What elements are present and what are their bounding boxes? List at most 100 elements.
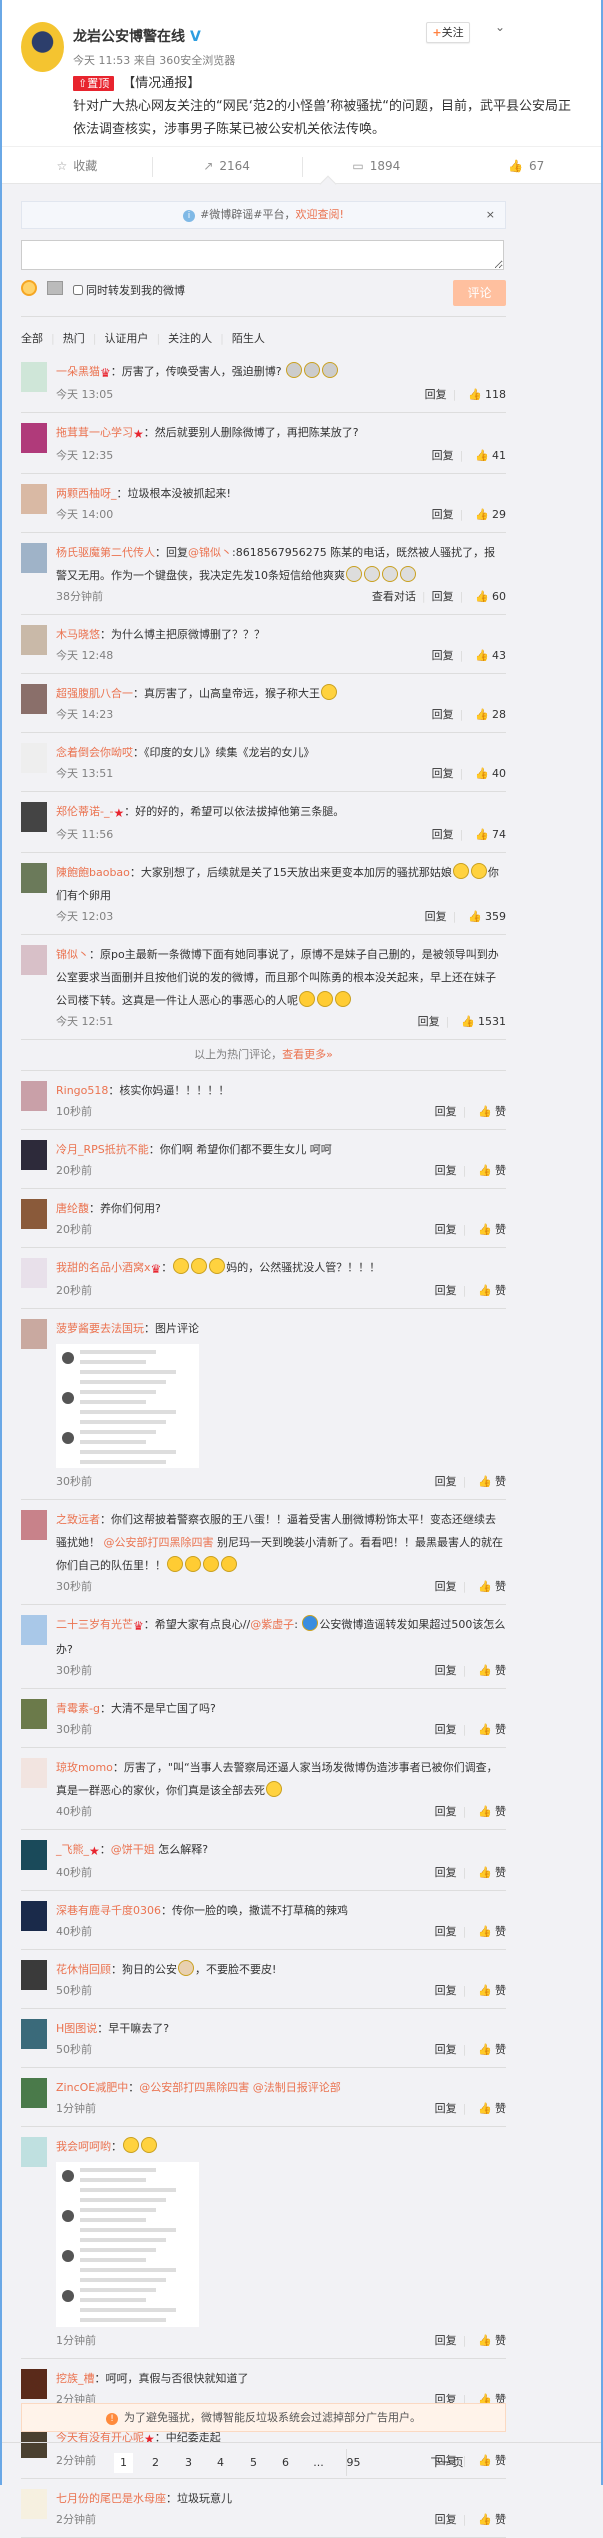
chevron-down-icon[interactable]: ⌄ [495,20,505,34]
commenter-name[interactable]: 一朵黑猫 [56,365,100,378]
commenter-name[interactable]: 菠萝酱要去法国玩 [56,1322,144,1335]
like-button[interactable]: 👍 赞 [472,1664,506,1677]
avatar[interactable] [21,484,47,514]
commenter-name[interactable]: 琼玫momo [56,1761,113,1774]
avatar[interactable] [21,1510,47,1540]
avatar[interactable] [21,743,47,773]
reply-button[interactable]: 回复 [435,1866,457,1879]
like-button[interactable]: 👍 74 [469,828,506,841]
reply-button[interactable]: 回复 [435,1805,457,1818]
commenter-name[interactable]: _飞熊_ [56,1843,89,1856]
avatar[interactable] [21,684,47,714]
like-button[interactable]: 👍 43 [469,649,506,662]
favorite-button[interactable]: ☆ 收藏 [2,147,152,184]
commenter-name[interactable]: 二十三岁有光芒 [56,1618,133,1631]
reply-button[interactable]: 回复 [432,590,454,603]
reply-button[interactable]: 回复 [432,767,454,780]
next-page-button[interactable]: 下一页 [422,2453,472,2473]
like-button[interactable]: 👍 赞 [472,1164,506,1177]
avatar[interactable] [21,362,47,392]
avatar[interactable] [21,1840,47,1870]
mention-link[interactable]: @公安部打四黑除四害 @法制日报评论部 [139,2081,341,2094]
commenter-name[interactable]: 七月份的尾巴是水母座 [56,2492,166,2505]
like-button[interactable]: 👍 赞 [472,1284,506,1297]
avatar[interactable] [21,2369,47,2399]
repost-checkbox[interactable]: 同时转发到我的微博 [73,282,185,298]
like-button[interactable]: 👍 赞 [472,2334,506,2347]
reply-button[interactable]: 回复 [432,649,454,662]
avatar[interactable] [21,802,47,832]
commenter-name[interactable]: 唐纶馥 [56,1202,89,1215]
image-icon[interactable] [47,281,63,295]
commenter-name[interactable]: 念着倒会你呦哎 [56,746,133,759]
like-button[interactable]: 👍 赞 [472,1475,506,1488]
avatar[interactable] [21,1615,47,1645]
page-6[interactable]: 6 [276,2453,295,2473]
page-1[interactable]: 1 [114,2453,133,2473]
mention-link[interactable]: @锦似丶 [188,546,232,559]
reply-button[interactable]: 回复 [432,708,454,721]
reply-button[interactable]: 回复 [418,1015,440,1028]
close-icon[interactable]: × [486,202,495,228]
commenter-name[interactable]: 我会呵呵哟 [56,2140,111,2153]
like-button[interactable]: 👍 赞 [472,1805,506,1818]
avatar[interactable] [21,1258,47,1288]
avatar[interactable] [21,945,47,975]
reply-button[interactable]: 回复 [435,2043,457,2056]
reply-button[interactable]: 回复 [435,1580,457,1593]
page-2[interactable]: 2 [146,2453,165,2473]
avatar[interactable] [21,543,47,573]
commenter-name[interactable]: 拖茸茸一心学习 [56,426,133,439]
reply-button[interactable]: 回复 [435,2334,457,2347]
commenter-name[interactable]: 超强腹肌八合一 [56,687,133,700]
commenter-name[interactable]: 之致远者 [56,1513,100,1526]
avatar[interactable] [21,863,47,893]
like-button[interactable]: 👍 1531 [455,1015,506,1028]
avatar[interactable] [21,625,47,655]
like-button[interactable]: 👍 40 [469,767,506,780]
reply-button[interactable]: 回复 [425,388,447,401]
repost-checkbox-input[interactable] [73,285,83,295]
commenter-name[interactable]: ZincOE减肥中 [56,2081,128,2094]
commenter-name[interactable]: 挖族_槽 [56,2372,95,2385]
reply-button[interactable]: 回复 [435,1284,457,1297]
commenter-name[interactable]: 杨氏驱魔第二代传人 [56,546,155,559]
tab-2[interactable]: 认证用户 [104,332,148,345]
like-button[interactable]: 👍 60 [469,590,506,603]
like-button[interactable]: 👍 赞 [472,1223,506,1236]
reply-button[interactable]: 回复 [435,1105,457,1118]
comment-image[interactable] [56,2162,199,2327]
avatar[interactable] [21,423,47,453]
comment-image[interactable] [56,1344,199,1468]
like-button[interactable]: 👍 28 [469,708,506,721]
commenter-name[interactable]: 锦似丶 [56,948,89,961]
avatar[interactable] [21,1901,47,1931]
reply-button[interactable]: 回复 [432,828,454,841]
page-3[interactable]: 3 [179,2453,198,2473]
reply-button[interactable]: 回复 [435,1723,457,1736]
commenter-name[interactable]: 陳飽飽baobao [56,866,130,879]
mention-link[interactable]: @饼干姐 [111,1843,155,1856]
commenter-name[interactable]: 青霉素-g [56,1702,100,1715]
like-button[interactable]: 👍 赞 [472,1984,506,1997]
author-avatar[interactable] [21,22,64,72]
commenter-name[interactable]: 我甜的名品小酒窝x [56,1261,151,1274]
avatar[interactable] [21,2137,47,2167]
page-5[interactable]: 5 [244,2453,263,2473]
page-4[interactable]: 4 [211,2453,230,2473]
reply-button[interactable]: 回复 [435,1664,457,1677]
like-button[interactable]: 👍 赞 [472,2102,506,2115]
like-button[interactable]: 👍 赞 [472,1723,506,1736]
commenter-name[interactable]: 冷月_RPS抵抗不能 [56,1143,149,1156]
author-name[interactable]: 龙岩公安博警在线 V [73,26,201,46]
reply-button[interactable]: 回复 [432,508,454,521]
like-button[interactable]: 👍 359 [462,910,506,923]
like-button[interactable]: 👍 赞 [472,1105,506,1118]
like-button[interactable]: 👍 赞 [472,2513,506,2526]
view-more-link[interactable]: 查看更多» [282,1048,333,1061]
post-time[interactable]: 今天 11:53 [73,54,130,67]
tab-4[interactable]: 陌生人 [232,332,265,345]
reply-button[interactable]: 回复 [435,1223,457,1236]
like-button[interactable]: 👍 41 [469,449,506,462]
comment-input[interactable] [21,240,504,270]
